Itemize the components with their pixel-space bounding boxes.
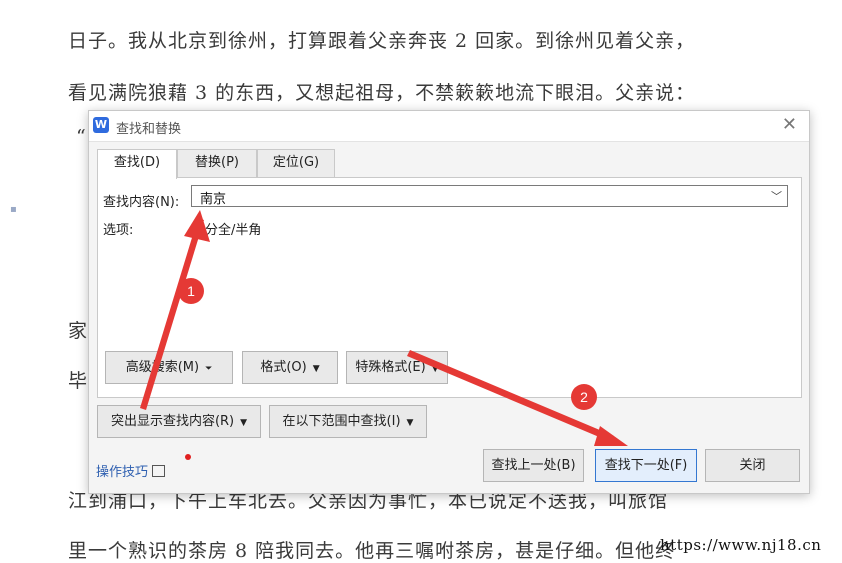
operation-tips-link[interactable]: 操作技巧 bbox=[96, 461, 166, 480]
find-previous-button[interactable]: 查找上一处(B) bbox=[483, 449, 584, 482]
notification-dot bbox=[185, 454, 191, 460]
wps-app-icon: W bbox=[93, 117, 109, 133]
watermark-text: https://www.nj18.cn bbox=[660, 536, 822, 554]
caret-down-icon: ▼ bbox=[312, 364, 320, 374]
special-format-button[interactable]: 特殊格式(E) ▼ bbox=[346, 351, 448, 384]
find-in-range-label: 在以下范围中查找(I) bbox=[282, 414, 401, 429]
find-in-range-button[interactable]: 在以下范围中查找(I) ▼ bbox=[269, 405, 427, 438]
find-content-value: 南京 bbox=[200, 192, 227, 207]
options-label: 选项: bbox=[103, 223, 134, 238]
find-replace-dialog: W 查找和替换 ✕ 查找(D) 替换(P) 定位(G) 查找内容(N): 南京 … bbox=[88, 110, 810, 494]
dialog-title: 查找和替换 bbox=[116, 122, 182, 137]
doc-fragment-quote: “ bbox=[76, 126, 86, 148]
operation-tips-label: 操作技巧 bbox=[96, 465, 149, 480]
close-icon[interactable]: ✕ bbox=[782, 114, 797, 135]
doc-line-bottom-2: 里一个熟识的茶房 8 陪我同去。他再三嘱咐茶房，甚是仔细。但他终 bbox=[68, 540, 676, 562]
caret-down-icon: ▼ bbox=[406, 418, 414, 428]
highlight-results-button[interactable]: 突出显示查找内容(R) ▼ bbox=[97, 405, 261, 438]
find-content-input[interactable]: 南京 ﹀ bbox=[191, 185, 788, 207]
advanced-search-label: 高级搜索(M) bbox=[125, 360, 200, 375]
format-button[interactable]: 格式(O) ▼ bbox=[242, 351, 338, 384]
double-chevron-down-icon: ⏷ bbox=[205, 364, 213, 374]
advanced-search-button[interactable]: 高级搜索(M) ⏷ bbox=[105, 351, 233, 384]
chevron-down-icon[interactable]: ﹀ bbox=[771, 188, 782, 204]
tab-find[interactable]: 查找(D) bbox=[97, 149, 177, 179]
tab-goto[interactable]: 定位(G) bbox=[257, 149, 335, 177]
doc-fragment-jia: 家 bbox=[68, 320, 88, 342]
caret-down-icon: ▼ bbox=[431, 364, 439, 374]
video-tips-icon bbox=[152, 465, 166, 477]
highlight-results-label: 突出显示查找内容(R) bbox=[110, 414, 235, 429]
tab-replace[interactable]: 替换(P) bbox=[177, 149, 257, 177]
caret-down-icon: ▼ bbox=[240, 418, 248, 428]
dialog-titlebar[interactable]: W 查找和替换 ✕ bbox=[89, 111, 809, 142]
find-next-button[interactable]: 查找下一处(F) bbox=[595, 449, 697, 482]
doc-line-1: 日子。我从北京到徐州，打算跟着父亲奔丧 2 回家。到徐州见着父亲， bbox=[68, 30, 696, 52]
doc-line-2: 看见满院狼藉 3 的东西，又想起祖母，不禁簌簌地流下眼泪。父亲说： bbox=[68, 82, 696, 104]
special-format-label: 特殊格式(E) bbox=[355, 360, 426, 375]
options-value: 区分全/半角 bbox=[192, 223, 262, 238]
doc-fragment-bi: 毕 bbox=[68, 370, 88, 392]
close-button[interactable]: 关闭 bbox=[705, 449, 800, 482]
find-content-label: 查找内容(N): bbox=[103, 195, 180, 210]
format-label: 格式(O) bbox=[260, 360, 307, 375]
margin-marker-icon: ▪ bbox=[10, 204, 17, 215]
